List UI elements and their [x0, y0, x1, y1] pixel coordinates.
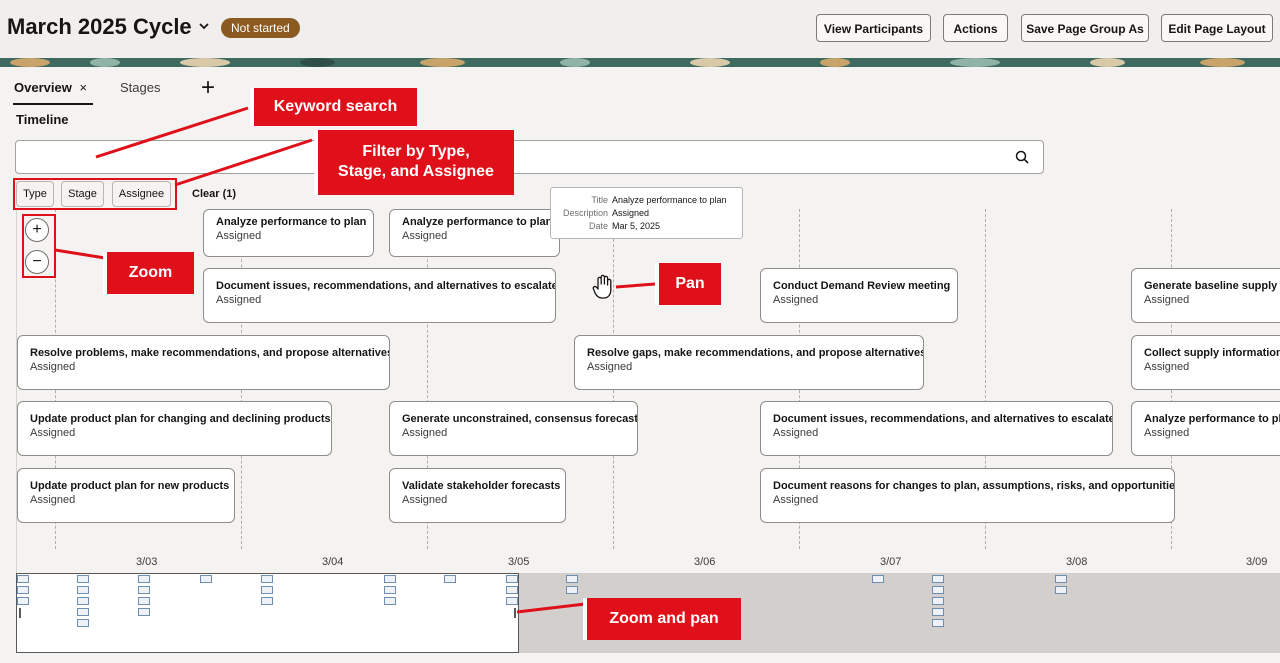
annotation-filter-line2: Stage, and Assignee	[338, 163, 494, 180]
filter-highlight-box	[13, 178, 177, 210]
annotation-pan: Pan	[655, 263, 721, 305]
annotation-zoom-and-pan: Zoom and pan	[583, 598, 741, 640]
zoom-highlight-box	[22, 214, 56, 278]
annotation-lines	[54, 106, 656, 614]
annotation-keyword-search: Keyword search	[250, 88, 417, 126]
annotation-zoom: Zoom	[103, 252, 194, 294]
annotation-filter-line1: Filter by Type,	[362, 143, 470, 160]
annotation-filter: Filter by Type, Stage, and Assignee	[314, 130, 514, 195]
